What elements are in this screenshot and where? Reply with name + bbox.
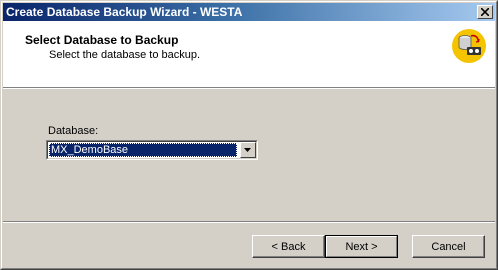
page-title: Select Database to Backup: [25, 33, 179, 47]
database-select[interactable]: MX_DemoBase: [46, 140, 258, 160]
database-select-value: MX_DemoBase: [49, 143, 237, 157]
page-subtitle: Select the database to backup.: [49, 49, 201, 61]
window-title: Create Database Backup Wizard - WESTA: [6, 5, 243, 19]
cancel-button[interactable]: Cancel: [412, 235, 485, 258]
close-button[interactable]: [477, 5, 493, 19]
next-button[interactable]: Next >: [325, 235, 398, 258]
footer-separator: [3, 221, 495, 223]
title-bar[interactable]: Create Database Backup Wizard - WESTA: [3, 3, 495, 21]
header-separator: [3, 87, 495, 89]
chevron-down-icon: [244, 148, 251, 152]
back-button[interactable]: < Back: [252, 235, 325, 258]
close-icon: [481, 8, 489, 16]
wizard-header: Select Database to Backup Select the dat…: [3, 21, 495, 87]
database-label: Database:: [48, 125, 99, 137]
wizard-window: Create Database Backup Wizard - WESTA Se…: [0, 0, 498, 270]
database-backup-icon: [452, 29, 486, 63]
dropdown-button[interactable]: [240, 142, 256, 158]
